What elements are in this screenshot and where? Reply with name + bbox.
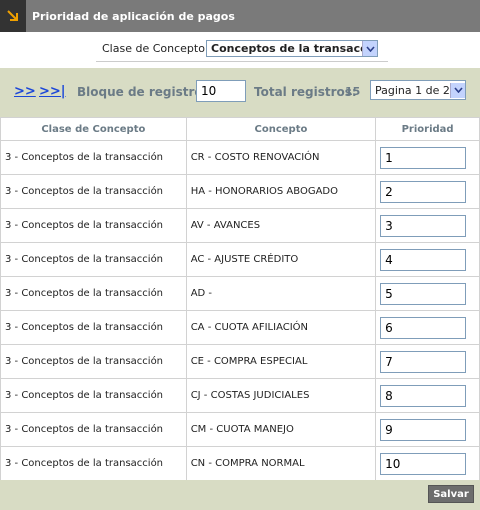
table-row: 3 - Conceptos de la transacción CM - CUO…	[0, 412, 480, 447]
cell-concept: HA - HONORARIOS ABOGADO	[185, 174, 377, 209]
cell-concept-class: 3 - Conceptos de la transacción	[0, 140, 187, 175]
cell-priority: 7	[375, 344, 480, 379]
cell-concept: CR - COSTO RENOVACIÓN	[185, 140, 377, 175]
cell-concept: CE - COMPRA ESPECIAL	[185, 344, 377, 379]
cell-concept-class: 3 - Conceptos de la transacción	[0, 446, 187, 481]
last-page-link[interactable]: >>|	[39, 84, 66, 99]
block-size-input[interactable]: 10	[196, 80, 246, 102]
column-header-concept: Concepto	[185, 117, 377, 141]
cell-priority: 9	[375, 412, 480, 447]
priority-input[interactable]: 2	[380, 180, 467, 203]
column-header-priority: Prioridad	[375, 117, 480, 141]
priority-input[interactable]: 9	[380, 418, 467, 441]
chevron-down-icon	[450, 82, 465, 98]
footer-bar: Salvar	[0, 480, 480, 510]
cell-concept-class: 3 - Conceptos de la transacción	[0, 276, 187, 311]
concept-class-label: Clase de Concepto	[102, 42, 205, 55]
table-row: 3 - Conceptos de la transacción CJ - COS…	[0, 378, 480, 413]
page-title: Prioridad de aplicación de pagos	[32, 9, 235, 23]
cell-priority: 4	[375, 242, 480, 277]
cell-concept-class: 3 - Conceptos de la transacción	[0, 242, 187, 277]
concept-class-value: Conceptos de la transacción	[211, 42, 362, 55]
block-size-label: Bloque de registros:	[77, 85, 215, 99]
priority-input[interactable]: 3	[380, 214, 467, 237]
cell-priority: 1	[375, 140, 480, 175]
cell-priority: 3	[375, 208, 480, 243]
priority-input[interactable]: 4	[380, 248, 467, 271]
cell-concept: CN - COMPRA NORMAL	[185, 446, 377, 481]
table-row: 3 - Conceptos de la transacción HA - HON…	[0, 174, 480, 209]
cell-concept: AC - AJUSTE CRÉDITO	[185, 242, 377, 277]
priority-table: Clase de Concepto Concepto Prioridad 3 -…	[0, 117, 480, 481]
total-records-label: Total registros:	[254, 85, 357, 99]
cell-priority: 8	[375, 378, 480, 413]
cell-priority: 2	[375, 174, 480, 209]
table-row: 3 - Conceptos de la transacción AD - 5	[0, 276, 480, 311]
priority-input[interactable]: 1	[380, 146, 467, 169]
cell-concept-class: 3 - Conceptos de la transacción	[0, 378, 187, 413]
cell-priority: 5	[375, 276, 480, 311]
priority-input[interactable]: 8	[380, 384, 467, 407]
title-bar: Prioridad de aplicación de pagos	[0, 0, 480, 32]
priority-input[interactable]: 5	[380, 282, 467, 305]
cell-concept: CM - CUOTA MANEJO	[185, 412, 377, 447]
cell-concept: CA - CUOTA AFILIACIÓN	[185, 310, 377, 345]
cell-concept: CJ - COSTAS JUDICIALES	[185, 378, 377, 413]
cell-priority: 10	[375, 446, 480, 481]
cell-priority: 6	[375, 310, 480, 345]
cell-concept-class: 3 - Conceptos de la transacción	[0, 208, 187, 243]
table-row: 3 - Conceptos de la transacción CA - CUO…	[0, 310, 480, 345]
chevron-down-icon	[362, 41, 377, 56]
arrow-down-right-icon	[0, 0, 26, 32]
table-row: 3 - Conceptos de la transacción CE - COM…	[0, 344, 480, 379]
table-row: 3 - Conceptos de la transacción AV - AVA…	[0, 208, 480, 243]
table-row: 3 - Conceptos de la transacción CR - COS…	[0, 140, 480, 175]
table-header-row: Clase de Concepto Concepto Prioridad	[0, 117, 480, 141]
cell-concept: AD -	[185, 276, 377, 311]
cell-concept-class: 3 - Conceptos de la transacción	[0, 310, 187, 345]
page-select-value: Pagina 1 de 2	[375, 83, 450, 97]
priority-input[interactable]: 7	[380, 350, 467, 373]
pagination-toolbar: >> >>| Bloque de registros: 10 Total reg…	[0, 68, 480, 117]
cell-concept-class: 3 - Conceptos de la transacción	[0, 412, 187, 447]
page-select[interactable]: Pagina 1 de 2	[370, 80, 466, 100]
total-records-value: 15	[345, 85, 361, 98]
table-row: 3 - Conceptos de la transacción CN - COM…	[0, 446, 480, 481]
cell-concept-class: 3 - Conceptos de la transacción	[0, 344, 187, 379]
concept-class-filter: Clase de Concepto Conceptos de la transa…	[96, 36, 388, 62]
concept-class-select[interactable]: Conceptos de la transacción	[206, 40, 378, 57]
priority-input[interactable]: 6	[380, 316, 467, 339]
next-page-link[interactable]: >>	[14, 84, 36, 99]
save-button[interactable]: Salvar	[428, 485, 474, 503]
priority-input[interactable]: 10	[380, 452, 467, 475]
cell-concept: AV - AVANCES	[185, 208, 377, 243]
column-header-concept-class: Clase de Concepto	[0, 117, 187, 141]
table-row: 3 - Conceptos de la transacción AC - AJU…	[0, 242, 480, 277]
cell-concept-class: 3 - Conceptos de la transacción	[0, 174, 187, 209]
